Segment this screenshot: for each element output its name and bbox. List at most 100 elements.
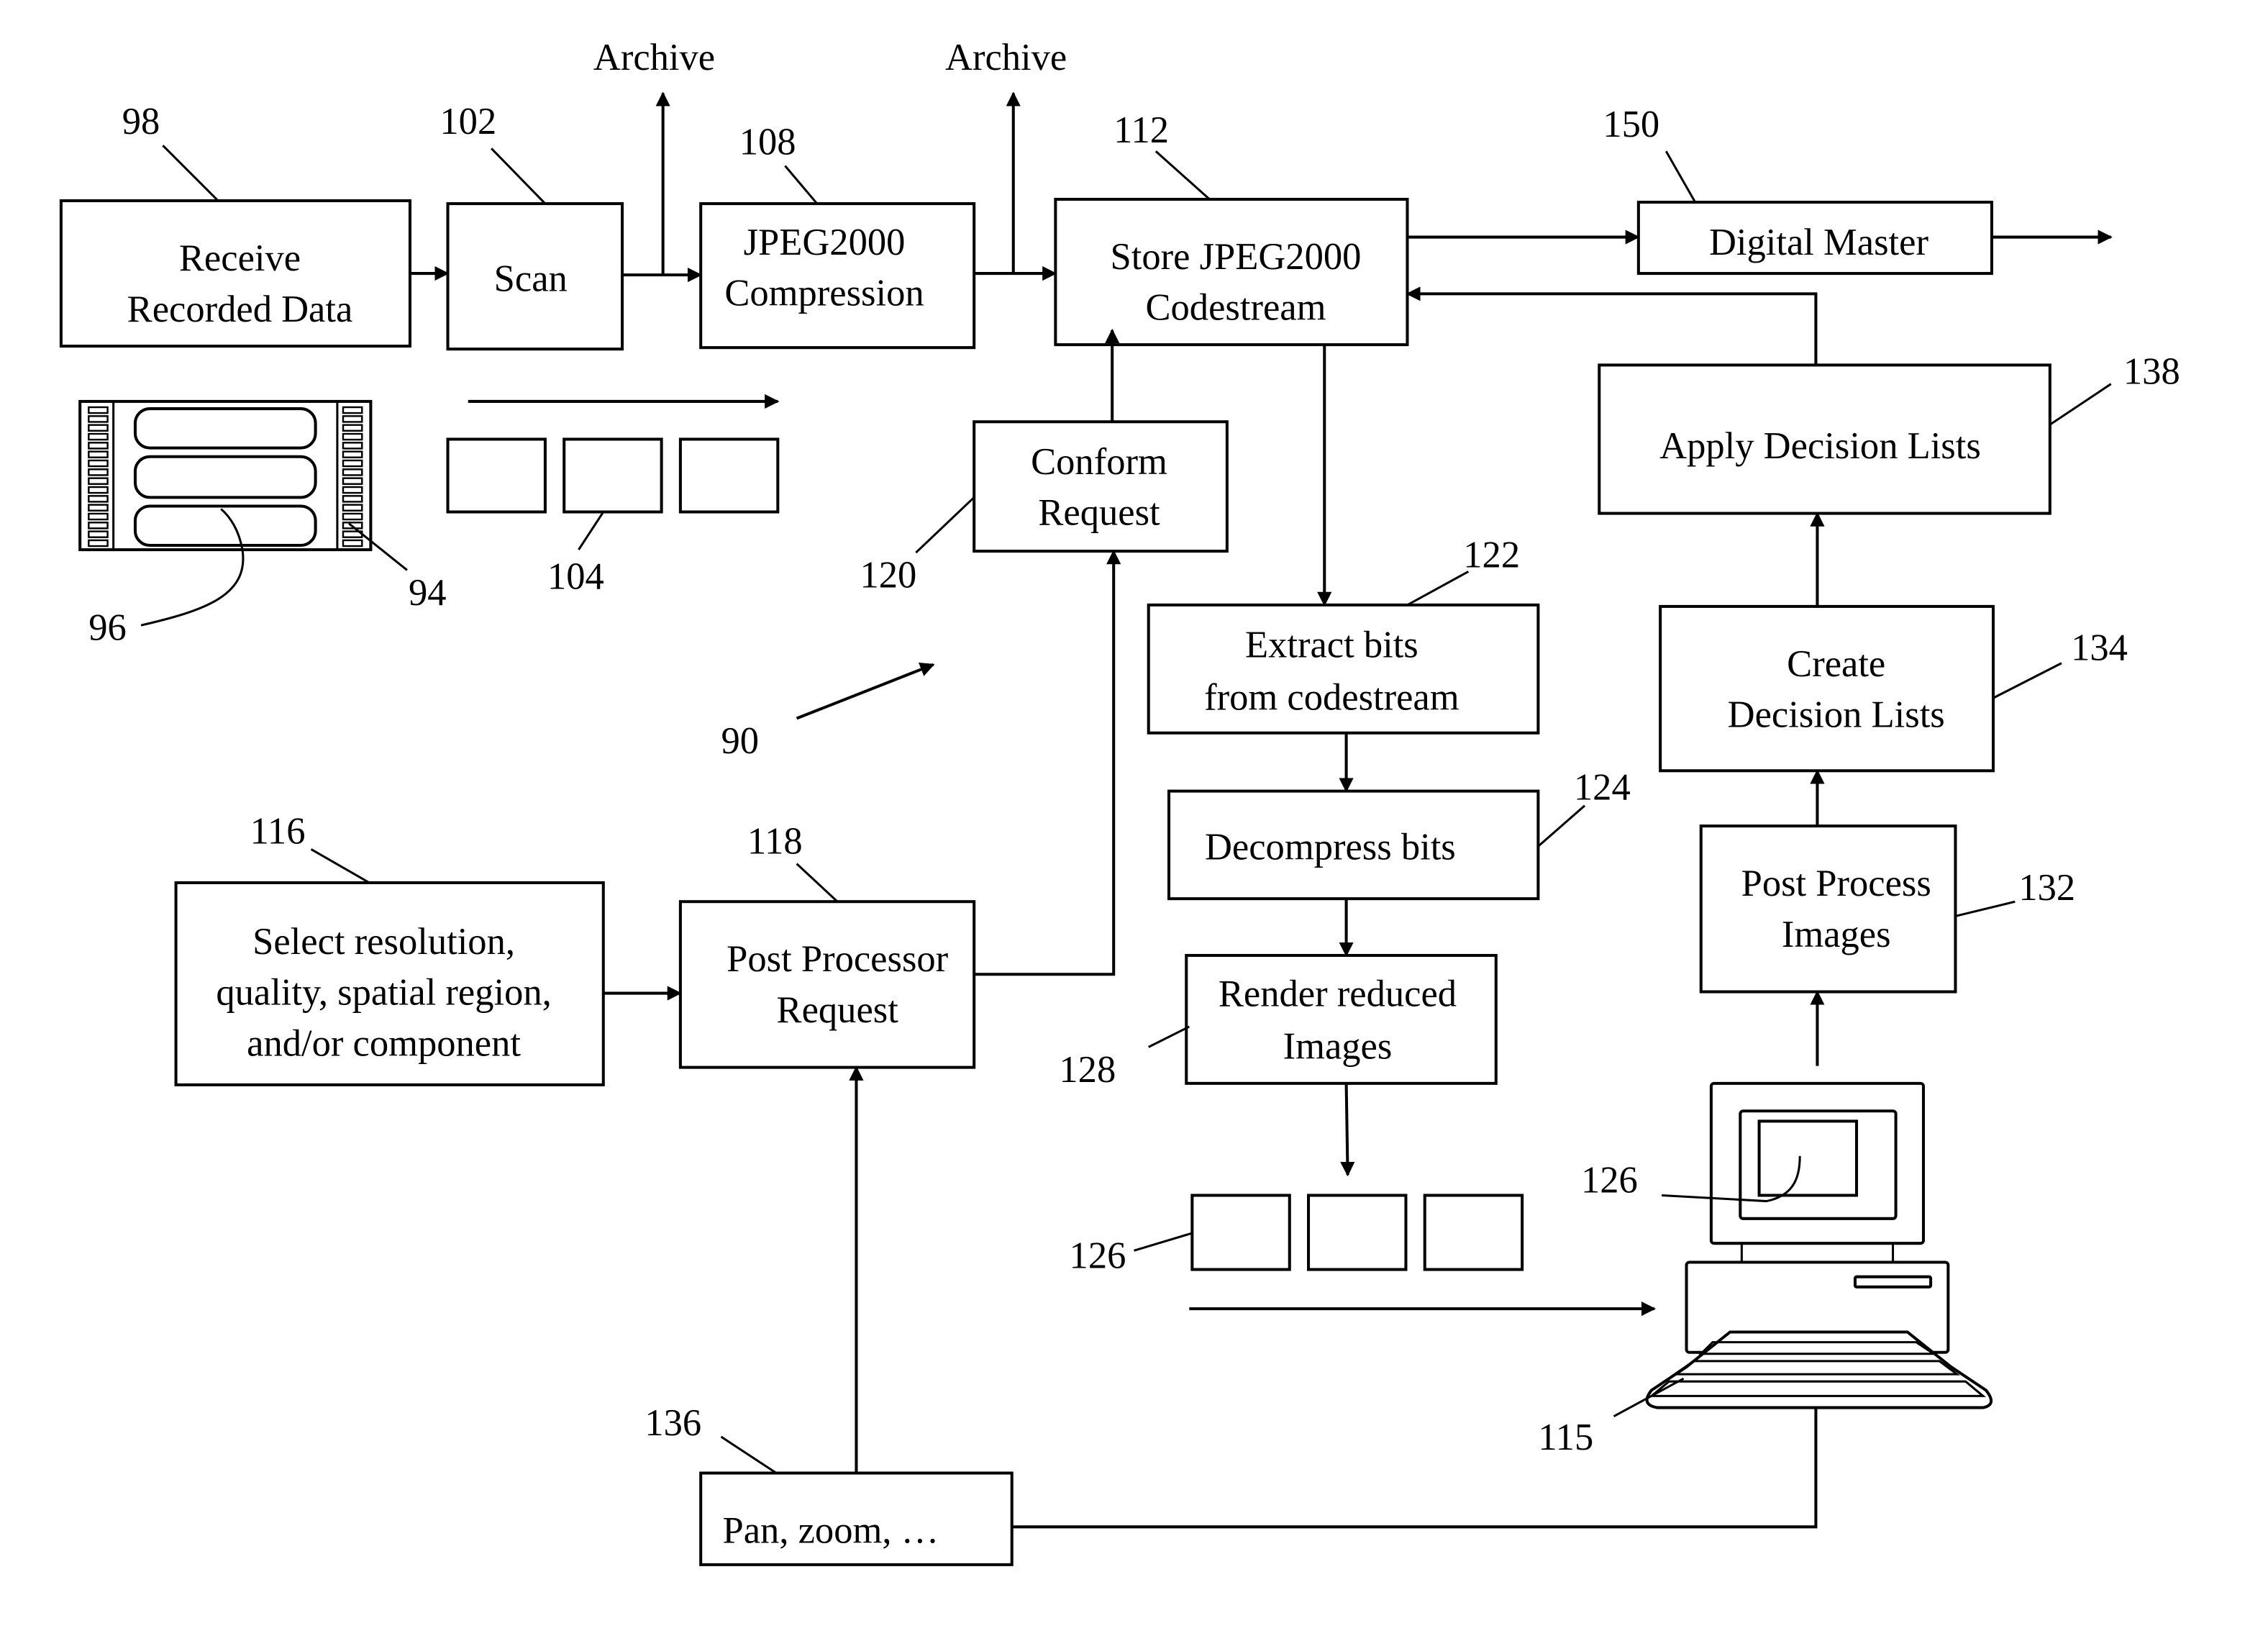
leader-line (1406, 571, 1470, 606)
ref-128: 128 (1059, 1049, 1116, 1091)
box-render-reduced-images: Render reduced Images (1185, 953, 1498, 1085)
ref-150: 150 (1603, 104, 1659, 145)
box-text: Decision Lists (1728, 694, 1945, 736)
ref-116: 116 (250, 810, 306, 852)
box-text: Conform (1031, 441, 1167, 483)
box-text: Render reduced (1219, 973, 1457, 1015)
ref-136: 136 (645, 1402, 701, 1444)
reduced-image (1307, 1194, 1408, 1271)
film-perforation (88, 406, 109, 414)
film-perforation (88, 539, 109, 547)
leader-line (784, 165, 819, 205)
box-text: Request (1038, 492, 1160, 534)
scanned-frame (678, 437, 780, 514)
box-text: Extract bits (1245, 624, 1418, 666)
leader-line (720, 1435, 778, 1474)
box-receive-recorded-data: Receive Recorded Data (59, 199, 411, 348)
ref-122: 122 (1463, 534, 1520, 576)
film-perforation (342, 486, 363, 494)
film-perforation (342, 468, 363, 476)
reduced-image (1423, 1194, 1524, 1271)
ref-138: 138 (2123, 351, 2180, 393)
leader-line (2049, 383, 2112, 426)
box-text: Compression (724, 273, 924, 314)
ref-94: 94 (409, 572, 447, 614)
ref-104: 104 (547, 556, 604, 598)
box-post-process-images: Post Process Images (1699, 824, 1957, 994)
film-perforation (88, 477, 109, 485)
film-perforation (88, 486, 109, 494)
archive-label-1: Archive (593, 37, 715, 78)
film-perforation (88, 504, 109, 512)
box-text: Images (1782, 914, 1891, 955)
film-perforation (88, 459, 109, 468)
leader-line (491, 147, 547, 205)
box-text: JPEG2000 (744, 222, 906, 263)
film-perforation (88, 512, 109, 521)
leader-line (1134, 1232, 1193, 1252)
box-text: Codestream (1145, 287, 1326, 329)
film-perforation (342, 512, 363, 521)
ref-98: 98 (122, 101, 160, 142)
arrow-apply-to-store (1406, 286, 1818, 365)
ref-120: 120 (860, 555, 917, 596)
arrow-post-request-to-conform (974, 550, 1121, 976)
box-text: Digital Master (1709, 222, 1928, 263)
film-perforation (342, 432, 363, 441)
box-text: Post Process (1741, 863, 1931, 904)
reduced-image (1190, 1194, 1291, 1271)
box-text: Store JPEG2000 (1111, 236, 1362, 278)
film-perforation (88, 450, 109, 458)
box-text: Select resolution, (252, 921, 515, 963)
box-scan: Scan (446, 202, 624, 351)
film-perforation (88, 530, 109, 538)
archive-label-2: Archive (945, 37, 1067, 78)
leader-line (1155, 150, 1211, 201)
box-create-decision-lists: Create Decision Lists (1659, 604, 1995, 773)
box-text: from codestream (1204, 676, 1459, 718)
box-store-jpeg2000-codestream: Store JPEG2000 Codestream (1054, 197, 1409, 347)
leader-line (162, 145, 219, 202)
box-text: Pan, zoom, … (723, 1510, 939, 1552)
box-apply-decision-lists: Apply Decision Lists (1598, 363, 2051, 515)
box-select-resolution: Select resolution, quality, spatial regi… (174, 881, 605, 1086)
box-digital-master: Digital Master (1636, 201, 1994, 276)
computer-workstation-icon (1645, 1081, 1993, 1409)
ref-126-images: 126 (1070, 1235, 1126, 1277)
box-text: Receive (179, 237, 301, 279)
box-text: Apply Decision Lists (1659, 425, 1981, 467)
film-perforation (342, 477, 363, 485)
box-text: Images (1283, 1026, 1393, 1068)
leader-line (1664, 150, 1696, 203)
scanned-frame (446, 437, 547, 514)
scanned-frame (563, 437, 663, 514)
film-perforation (342, 442, 363, 450)
ref-112: 112 (1113, 109, 1169, 151)
box-text: Create (1787, 643, 1885, 685)
film-perforation (88, 522, 109, 530)
leader-line (796, 863, 839, 903)
film-perforation (88, 495, 109, 503)
box-text: Recorded Data (127, 288, 353, 330)
ref-90: 90 (721, 720, 759, 762)
box-decompress-bits: Decompress bits (1167, 789, 1540, 901)
film-strip-icon (78, 399, 373, 552)
leader-line (915, 496, 975, 554)
box-pan-zoom: Pan, zoom, … (699, 1471, 1014, 1566)
leader-line (310, 848, 370, 884)
film-perforation (342, 504, 363, 512)
film-perforation (88, 424, 109, 432)
box-post-processor-request: Post Processor Request (678, 900, 976, 1069)
leader-line (1955, 900, 2016, 917)
leader-line (1148, 1025, 1190, 1048)
ref-102: 102 (440, 101, 496, 142)
ref-118: 118 (747, 821, 803, 863)
ref-132: 132 (2018, 867, 2075, 909)
leader-line (578, 511, 605, 550)
arrow-render-to-images (1340, 1083, 1355, 1177)
box-text: and/or component (247, 1022, 521, 1064)
film-perforation (88, 468, 109, 476)
film-perforation (342, 415, 363, 423)
ref-115: 115 (1538, 1417, 1593, 1458)
leader-line (1537, 804, 1586, 847)
